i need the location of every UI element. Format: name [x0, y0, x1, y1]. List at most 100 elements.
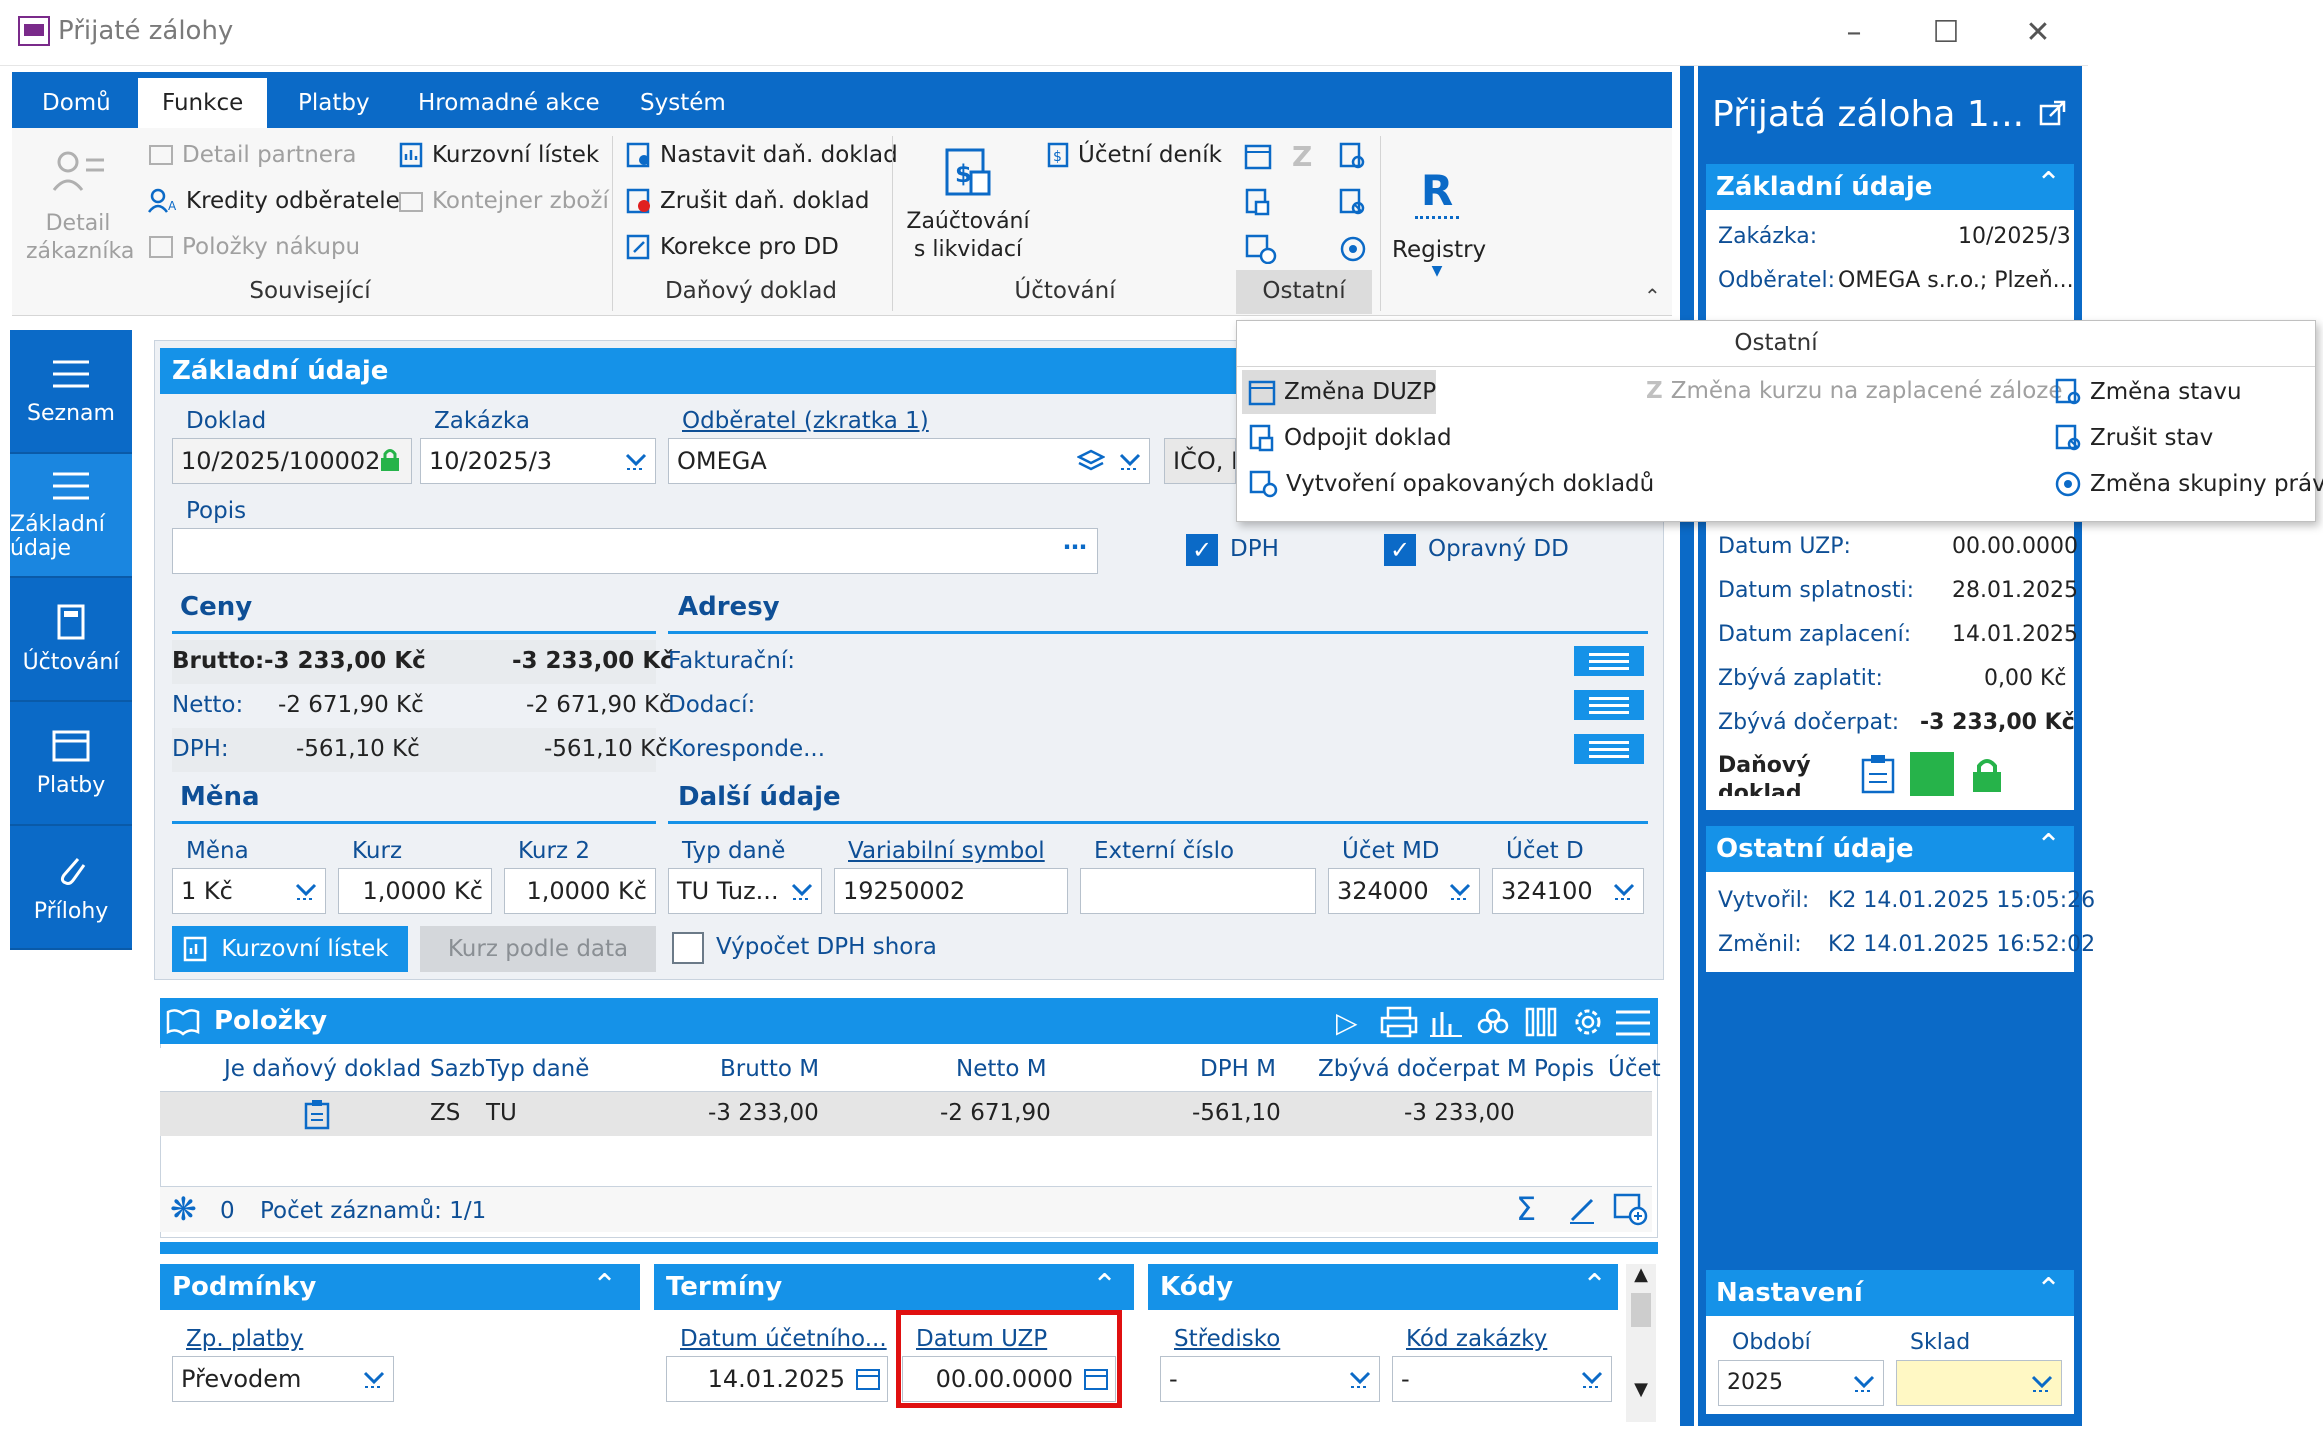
col-typ-dane[interactable]: Typ daně	[486, 1056, 589, 1082]
mena-field[interactable]: 1 Kč	[172, 868, 326, 914]
obdobi-field[interactable]: 2025	[1718, 1360, 1884, 1406]
typ-dane-field[interactable]: TU Tuz...	[668, 868, 822, 914]
popup-zrusit-stav[interactable]: Zrušit stav	[2054, 424, 2213, 452]
chevron-up-icon[interactable]: ⌃	[2036, 828, 2061, 863]
chevron-up-icon[interactable]: ⌃	[1582, 1268, 1607, 1303]
group-rights-icon[interactable]	[1338, 234, 1368, 264]
close-button[interactable]: ✕	[2006, 8, 2070, 58]
nav-seznam[interactable]: Seznam	[10, 330, 132, 454]
detail-partnera-button[interactable]: Detail partnera	[148, 142, 357, 168]
col-popis[interactable]: Popis	[1534, 1056, 1594, 1082]
chevron-up-icon[interactable]: ⌃	[1092, 1268, 1117, 1303]
chevron-up-icon[interactable]: ⌃	[592, 1268, 617, 1303]
nastavit-dan-doklad-button[interactable]: Nastavit daň. doklad	[626, 142, 898, 168]
polozky-nakupu-button[interactable]: Položky nákupu	[148, 234, 360, 260]
scrollbar[interactable]: ▲ ▼	[1626, 1264, 1656, 1422]
zp-platby-field[interactable]: Převodem	[172, 1356, 394, 1402]
col-zbyva[interactable]: Zbývá dočerpat M	[1318, 1056, 1527, 1082]
tax-doc-icon[interactable]	[1858, 752, 1898, 796]
print-icon[interactable]	[1380, 1006, 1418, 1038]
tab-domu[interactable]: Domů	[18, 78, 135, 128]
play-icon[interactable]: ▷	[1336, 1006, 1358, 1039]
doklad-field[interactable]: 10/2025/100002	[172, 438, 412, 484]
ribbon-collapse-icon[interactable]: ⌃	[1644, 284, 1661, 308]
splitter[interactable]	[160, 1242, 1658, 1254]
chevron-up-icon[interactable]: ⌃	[2036, 166, 2061, 201]
externi-cislo-field[interactable]	[1080, 868, 1316, 914]
kurz-podle-data-button[interactable]: Kurz podle data	[420, 926, 656, 972]
zrusit-dan-doklad-button[interactable]: Zrušit daň. doklad	[626, 188, 869, 214]
panel-divider[interactable]	[1680, 66, 1694, 1426]
scroll-up-icon[interactable]: ▲	[1626, 1264, 1656, 1285]
nav-zakladni-udaje[interactable]: Základní údaje	[10, 454, 132, 578]
col-sazba[interactable]: Sazb	[430, 1056, 485, 1082]
external-link-icon[interactable]	[2038, 98, 2068, 128]
popis-field[interactable]: ⋯	[172, 528, 1098, 574]
zakazka-field[interactable]: 10/2025/3	[420, 438, 656, 484]
col-dph[interactable]: DPH M	[1200, 1056, 1276, 1082]
detail-zakaznika-button[interactable]: Detail zákazníka	[26, 146, 134, 266]
kurz2-field[interactable]: 1,0000 Kč	[504, 868, 656, 914]
maximize-button[interactable]: ☐	[1914, 8, 1978, 58]
popup-zmena-kurzu[interactable]: Z Změna kurzu na zaplacené záloze	[1646, 378, 2063, 404]
sklad-field[interactable]	[1896, 1360, 2062, 1406]
popup-vytvoreni[interactable]: Vytvoření opakovaných dokladů	[1248, 470, 1654, 498]
nav-prilohy[interactable]: Přílohy	[10, 826, 132, 950]
vs-field[interactable]: 19250002	[834, 868, 1068, 914]
hamburger-icon[interactable]	[1614, 1008, 1652, 1038]
korekce-button[interactable]: Korekce pro DD	[626, 234, 839, 260]
ucet-d-field[interactable]: 324100	[1492, 868, 1644, 914]
col-brutto[interactable]: Brutto M	[720, 1056, 819, 1082]
tab-system[interactable]: Systém	[616, 78, 750, 128]
chevron-up-icon[interactable]: ⌃	[2036, 1272, 2061, 1307]
ico-button[interactable]: IČO, D	[1164, 438, 1236, 484]
scroll-down-icon[interactable]: ▼	[1626, 1379, 1656, 1400]
kurzovni-listek-button[interactable]: Kurzovní lístek	[398, 142, 599, 168]
chart-icon[interactable]	[1428, 1006, 1464, 1038]
popup-odpojit[interactable]: Odpojit doklad	[1248, 424, 1452, 452]
datum-ucetniho-field[interactable]: 14.01.2025	[666, 1356, 888, 1402]
scroll-thumb[interactable]	[1631, 1293, 1651, 1327]
tab-funkce[interactable]: Funkce	[138, 78, 268, 130]
koresp-menu-button[interactable]	[1574, 734, 1644, 764]
kontejner-button[interactable]: Kontejner zboží	[398, 188, 609, 214]
ucet-md-field[interactable]: 324000	[1328, 868, 1480, 914]
col-je-danovy[interactable]: Je daňový doklad	[224, 1056, 421, 1082]
cancel-state-icon[interactable]	[1338, 188, 1366, 216]
filter-icon[interactable]	[1476, 1006, 1510, 1038]
registry-button[interactable]: R Registry ▼	[1392, 166, 1486, 279]
tab-platby[interactable]: Platby	[274, 78, 394, 128]
kurz-field[interactable]: 1,0000 Kč	[338, 868, 492, 914]
opravny-dd-checkbox[interactable]: ✓	[1384, 534, 1416, 566]
popup-zmena-skupiny[interactable]: Změna skupiny práv	[2054, 470, 2323, 498]
columns-icon[interactable]	[1524, 1006, 1558, 1038]
col-ucet[interactable]: Účet	[1608, 1056, 1661, 1082]
dph-checkbox[interactable]: ✓	[1186, 534, 1218, 566]
nav-platby[interactable]: Platby	[10, 702, 132, 826]
col-netto[interactable]: Netto M	[956, 1056, 1047, 1082]
state-change-icon[interactable]	[1338, 142, 1366, 170]
tab-hromadne-akce[interactable]: Hromadné akce	[394, 78, 624, 128]
vypocet-dph-checkbox[interactable]	[672, 932, 704, 964]
dodaci-menu-button[interactable]	[1574, 690, 1644, 720]
gear-icon[interactable]	[1572, 1006, 1604, 1038]
nav-uctovani[interactable]: Účtování	[10, 578, 132, 702]
z-icon[interactable]: Z	[1292, 140, 1312, 173]
pen-icon[interactable]	[1566, 1194, 1598, 1226]
odberatel-field[interactable]: OMEGA	[668, 438, 1150, 484]
kod-zakazky-field[interactable]: -	[1392, 1356, 1612, 1402]
fakturacni-menu-button[interactable]	[1574, 646, 1644, 676]
sum-icon[interactable]: Σ	[1516, 1190, 1536, 1228]
popup-zmena-stavu[interactable]: Změna stavu	[2054, 378, 2242, 406]
asterisk-icon[interactable]: ❋	[170, 1190, 197, 1228]
popup-zmena-duzp[interactable]: Změna DUZP	[1248, 378, 1436, 406]
zauctovani-button[interactable]: $ Zaúčtování s likvidací	[900, 146, 1036, 264]
stredisko-field[interactable]: -	[1160, 1356, 1380, 1402]
unlink-doc-icon[interactable]	[1244, 188, 1272, 216]
calendar-icon[interactable]	[1244, 142, 1272, 170]
add-doc-icon[interactable]	[1612, 1192, 1650, 1226]
repeat-doc-icon[interactable]	[1244, 234, 1278, 264]
ucetni-denik-button[interactable]: $ Účetní deník	[1046, 142, 1222, 168]
minimize-button[interactable]: –	[1822, 8, 1886, 58]
kredity-button[interactable]: A Kredity odběratele	[148, 188, 400, 214]
